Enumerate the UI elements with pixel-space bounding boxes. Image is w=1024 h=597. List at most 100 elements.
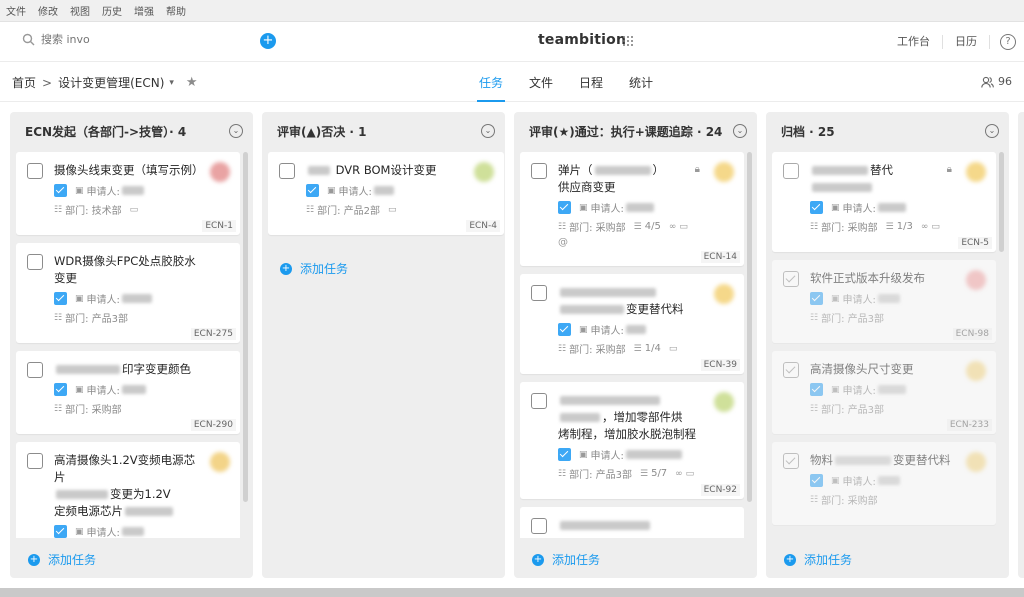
task-card[interactable]: 高清摄像头1.2V变频电源芯片 变更为1.2V 定频电源芯片 ▣ 申请人: — [16, 442, 240, 538]
tab-schedule[interactable]: 日程 — [579, 62, 603, 102]
avatar — [966, 452, 986, 472]
calendar-link[interactable]: 日历 — [943, 35, 990, 49]
task-card[interactable] — [520, 507, 744, 538]
task-title: ，增加零部件烘 — [602, 410, 683, 424]
task-card[interactable]: 摄像头线束变更（填写示例） ▣ 申请人: ☷ 部门: 技术部 ▭ ECN-1 — [16, 152, 240, 235]
chevron-down-icon[interactable]: ▾ — [169, 78, 174, 88]
task-id: ECN-5 — [958, 237, 992, 249]
avatar — [714, 284, 734, 304]
add-task-button[interactable]: + 添加任务 — [784, 551, 852, 568]
task-checkbox[interactable] — [27, 453, 43, 469]
applicant-label: 申请人: — [590, 204, 624, 215]
task-checkbox[interactable] — [531, 518, 547, 534]
task-card[interactable]: ，增加零部件烘 烤制程，增加胶水脱泡制程 ▣ 申请人: ☷ 部门: 产品3部 ☰… — [520, 382, 744, 499]
task-checkbox[interactable] — [783, 453, 799, 469]
stage-menu-icon[interactable]: ⌄ — [733, 124, 747, 138]
field-icon: ▣ — [579, 449, 588, 460]
avatar — [714, 162, 734, 182]
menu-enhance[interactable]: 增强 — [134, 3, 154, 18]
stage-menu-icon[interactable]: ⌄ — [229, 124, 243, 138]
search-input[interactable] — [41, 33, 181, 46]
task-card[interactable]: 变更替代料 ▣ 申请人: ☷ 部门: 采购部 ☰ 1/4 ▭ ECN-39 — [520, 274, 744, 374]
task-meta: ☷ 部门: 产品3部 — [810, 401, 986, 417]
task-card[interactable]: WDR摄像头FPC处点胶胶水变更 ▣ 申请人: ☷ 部门: 产品3部 ECN-2… — [16, 243, 240, 343]
subtask-icon: ☰ — [885, 221, 894, 232]
stage-header: 评审(★)通过：执行+课题追踪 · 24 ⌄ — [514, 112, 757, 150]
task-card[interactable]: 高清摄像头尺寸变更 ▣ 申请人: ☷ 部门: 产品3部 ECN-233 — [772, 351, 996, 434]
menu-edit[interactable]: 修改 — [38, 3, 58, 18]
task-checkbox[interactable] — [783, 271, 799, 287]
task-checkbox[interactable] — [27, 163, 43, 179]
tab-tasks[interactable]: 任务 — [476, 62, 506, 102]
stage-menu-icon[interactable]: ⌄ — [985, 124, 999, 138]
dept-label: 部门: 产品3部 — [821, 314, 884, 325]
task-checkbox[interactable] — [531, 393, 547, 409]
task-title: 弹片（ — [558, 163, 593, 177]
kanban-board: ECN发起（各部门->技管）· 4 ⌄ 摄像头线束变更（填写示例） ▣ 申请人:… — [0, 102, 1024, 588]
lock-icon: 🔒︎ — [694, 164, 700, 175]
task-card[interactable]: 物料 变更替代料 ▣ 申请人: ☷ 部门: 采购部 — [772, 442, 996, 525]
link-icon: ∞ — [668, 221, 677, 232]
task-meta: ☷ 部门: 产品3部 — [54, 310, 230, 326]
task-card[interactable]: 🔒︎ 弹片（） 供应商变更 ▣ 申请人: ☷ 部门: 采购部 ☰ 4/5 ∞ ▭… — [520, 152, 744, 266]
add-task-label: 添加任务 — [552, 553, 601, 567]
field-icon: ▣ — [579, 324, 588, 335]
task-checkbox[interactable] — [27, 254, 43, 270]
task-title-line2: 烤制程，增加胶水脱泡制程 — [558, 427, 696, 441]
blurred-text — [56, 365, 120, 374]
task-checkbox[interactable] — [531, 285, 547, 301]
card-list: 🔒︎ 弹片（） 供应商变更 ▣ 申请人: ☷ 部门: 采购部 ☰ 4/5 ∞ ▭… — [520, 152, 744, 538]
scrollbar[interactable] — [999, 152, 1004, 252]
menu-help[interactable]: 帮助 — [166, 3, 186, 18]
task-card[interactable]: DVR BOM设计变更 ▣ 申请人: ☷ 部门: 产品2部 ▭ ECN-4 — [268, 152, 504, 235]
menu-file[interactable]: 文件 — [6, 3, 26, 18]
create-button[interactable]: + — [260, 33, 276, 49]
menu-history[interactable]: 历史 — [102, 3, 122, 18]
task-meta: ▣ 申请人: — [306, 183, 494, 198]
task-meta: ☷ 部门: 采购部 — [54, 401, 230, 417]
add-task-button[interactable]: + 添加任务 — [28, 551, 96, 568]
subtask-count: 1/4 — [644, 343, 661, 354]
task-title-row — [558, 392, 734, 409]
help-icon[interactable]: ? — [1000, 34, 1016, 50]
task-title: 替代 — [870, 163, 893, 177]
blurred-name — [121, 294, 152, 303]
card-list: DVR BOM设计变更 ▣ 申请人: ☷ 部门: 产品2部 ▭ ECN-4 — [268, 152, 504, 538]
workbench-link[interactable]: 工作台 — [885, 35, 943, 49]
applicant-label: 申请人: — [86, 528, 120, 538]
project-name[interactable]: 设计变更管理(ECN) — [58, 74, 164, 91]
task-card[interactable]: 印字变更颜色 ▣ 申请人: ☷ 部门: 采购部 ECN-290 — [16, 351, 240, 434]
horizontal-scrollbar[interactable] — [0, 588, 1024, 597]
add-task-button[interactable]: + 添加任务 — [532, 551, 600, 568]
tab-stats[interactable]: 统计 — [629, 62, 653, 102]
add-task-button[interactable]: + 添加任务 — [280, 260, 348, 277]
task-checkbox[interactable] — [783, 163, 799, 179]
members-button[interactable]: 96 — [981, 75, 1012, 88]
task-card[interactable]: 软件正式版本升级发布 ▣ 申请人: ☷ 部门: 产品3部 ECN-98 — [772, 260, 996, 343]
task-checkbox[interactable] — [783, 362, 799, 378]
scrollbar[interactable] — [243, 152, 248, 502]
stage-menu-icon[interactable]: ⌄ — [481, 124, 495, 138]
search-box[interactable] — [22, 33, 181, 46]
task-card[interactable]: 🔒︎ 替代 ▣ 申请人: ☷ 部门: 采购部 ☰ 1/3 ∞ ▭ ECN-5 — [772, 152, 996, 252]
task-checkbox[interactable] — [531, 163, 547, 179]
blurred-name — [877, 203, 906, 212]
tab-files[interactable]: 文件 — [529, 62, 553, 102]
field-icon: ▣ — [831, 293, 840, 304]
list-icon: ☷ — [306, 204, 315, 215]
add-icon: + — [28, 553, 40, 566]
breadcrumb-home[interactable]: 首页 — [12, 74, 36, 91]
scrollbar[interactable] — [747, 152, 752, 502]
star-icon[interactable]: ★ — [186, 75, 198, 90]
check-icon — [810, 474, 823, 487]
breadcrumb: 首页 > 设计变更管理(ECN) ▾ ★ — [12, 74, 198, 91]
apps-grid-icon[interactable] — [622, 35, 634, 47]
search-icon — [22, 33, 35, 46]
avatar — [966, 270, 986, 290]
task-checkbox[interactable] — [279, 163, 295, 179]
menu-view[interactable]: 视图 — [70, 3, 90, 18]
task-title-row: DVR BOM设计变更 — [306, 162, 494, 179]
dept-label: 部门: 采购部 — [821, 223, 878, 234]
check-icon — [810, 292, 823, 305]
task-checkbox[interactable] — [27, 362, 43, 378]
